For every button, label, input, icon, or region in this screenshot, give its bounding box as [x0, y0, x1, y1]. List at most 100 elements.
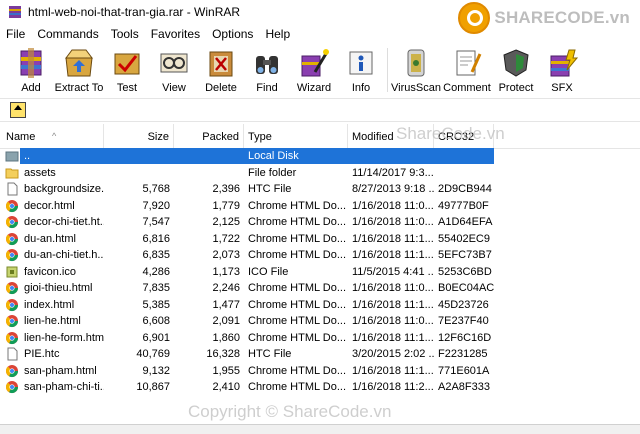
file-packed-cell: 16,328	[206, 348, 240, 360]
file-modified-cell: 11/14/2017 9:3...	[352, 166, 434, 179]
menu-options[interactable]: Options	[212, 27, 253, 41]
path-bar	[0, 98, 640, 122]
add-icon	[20, 48, 42, 78]
file-type-cell: Chrome HTML Do...	[248, 249, 347, 261]
comment-button[interactable]: Comment	[441, 44, 493, 96]
menu-favorites[interactable]: Favorites	[151, 27, 200, 41]
file-crc-cell: B0EC04AC	[438, 282, 494, 294]
file-crc-cell: 771E601A	[438, 364, 490, 377]
info-button[interactable]: Info	[338, 44, 384, 96]
file-size-cell: 40,769	[136, 348, 170, 360]
protect-button[interactable]: Protect	[493, 44, 539, 96]
file-row[interactable]: du-an.html 6,816 1,722 Chrome HTML Do... 1/1…	[0, 231, 640, 247]
file-row[interactable]: index.html 5,385 1,477 Chrome HTML Do... 1/1…	[0, 297, 640, 313]
chrome-icon	[5, 281, 19, 295]
up-folder-button[interactable]	[10, 102, 26, 118]
file-name-cell: backgroundsize....	[24, 183, 104, 195]
file-row[interactable]: lien-he.html 6,608 2,091 Chrome HTML Do... 1…	[0, 313, 640, 329]
menu-file[interactable]: File	[6, 27, 25, 41]
add-button[interactable]: Add	[8, 44, 54, 96]
file-list: Name ^ Size Packed Type Modified CRC32 .…	[0, 122, 640, 422]
file-modified-cell: 1/16/2018 11:0...	[352, 315, 434, 327]
file-size-cell: 6,835	[142, 249, 170, 261]
file-type-cell: HTC File	[248, 183, 292, 195]
file-row[interactable]: san-pham.html 9,132 1,955 Chrome HTML Do...…	[0, 363, 640, 379]
file-packed-cell: 1,477	[212, 298, 240, 311]
file-row[interactable]: decor.html 7,920 1,779 Chrome HTML Do... 1/1…	[0, 198, 640, 214]
virusscan-label: VirusScan	[391, 82, 441, 94]
file-packed-cell: 2,091	[212, 315, 240, 327]
find-button[interactable]: Find	[244, 44, 290, 96]
file-modified-cell: 1/16/2018 11:0...	[352, 282, 434, 294]
file-modified-cell: 8/27/2013 9:18 ...	[352, 183, 434, 195]
file-name-cell: favicon.ico	[24, 265, 76, 278]
file-crc-cell: 7E237F40	[438, 315, 489, 327]
view-button[interactable]: View	[150, 44, 198, 96]
file-type-cell: Chrome HTML Do...	[248, 216, 347, 228]
menu-help[interactable]: Help	[265, 27, 290, 41]
file-name-cell: gioi-thieu.html	[24, 282, 93, 294]
file-packed-cell: 1,779	[212, 199, 240, 212]
find-label: Find	[256, 82, 278, 94]
virusscan-icon	[407, 49, 425, 77]
file-size-cell: 5,768	[142, 183, 170, 195]
file-type-cell: Chrome HTML Do...	[248, 199, 347, 212]
chrome-icon	[5, 298, 19, 312]
file-row[interactable]: lien-he-form.html 6,901 1,860 Chrome HTML D…	[0, 330, 640, 346]
protect-label: Protect	[498, 82, 534, 94]
file-packed-cell: 2,396	[212, 183, 240, 195]
file-type-cell: Chrome HTML Do...	[248, 232, 347, 245]
file-row[interactable]: gioi-thieu.html 7,835 2,246 Chrome HTML Do.…	[0, 280, 640, 296]
file-modified-cell: 1/16/2018 11:2...	[352, 381, 434, 393]
file-packed-cell: 2,073	[212, 249, 240, 261]
watermark-mid: ShareCode.vn	[396, 124, 505, 143]
column-size[interactable]: Size	[104, 124, 174, 148]
file-modified-cell: 1/16/2018 11:1...	[352, 364, 434, 377]
file-row[interactable]: backgroundsize.... 5,768 2,396 HTC File 8/27…	[0, 181, 640, 197]
file-crc-cell: A1D64EFA	[438, 216, 493, 228]
file-size-cell: 4,286	[142, 265, 170, 278]
delete-button[interactable]: Delete	[198, 44, 244, 96]
file-crc-cell	[434, 165, 494, 181]
file-row[interactable]: assets File folder 11/14/2017 9:3...	[0, 165, 640, 181]
file-type-cell: Chrome HTML Do...	[248, 298, 347, 311]
file-name-cell: PIE.htc	[24, 348, 60, 360]
column-packed-label: Packed	[202, 131, 239, 143]
menu-commands[interactable]: Commands	[37, 27, 98, 41]
sfx-icon	[550, 49, 579, 77]
column-name[interactable]: Name ^	[0, 124, 104, 148]
file-packed-cell: 1,860	[212, 331, 240, 344]
file-row[interactable]: decor-chi-tiet.ht... 7,547 2,125 Chrome HTM…	[0, 214, 640, 230]
file-row[interactable]: PIE.htc 40,769 16,328 HTC File 3/20/2015 2:0…	[0, 346, 640, 362]
file-crc-cell: 2D9CB944	[438, 183, 492, 195]
file-type-cell: ICO File	[248, 265, 289, 278]
file-row[interactable]: favicon.ico 4,286 1,173 ICO File 11/5/2015 4…	[0, 264, 640, 280]
file-type-cell: File folder	[248, 166, 297, 179]
column-packed[interactable]: Packed	[174, 124, 244, 148]
menu-tools[interactable]: Tools	[111, 27, 139, 41]
test-button[interactable]: Test	[104, 44, 150, 96]
file-packed-cell: 1,955	[212, 364, 240, 377]
column-type[interactable]: Type	[244, 124, 348, 148]
file-name-cell: san-pham-chi-ti...	[24, 381, 104, 393]
file-size-cell: 5,385	[142, 298, 170, 311]
wizard-button[interactable]: Wizard	[290, 44, 338, 96]
file-modified-cell: 3/20/2015 2:02 ...	[352, 348, 434, 360]
file-row[interactable]: du-an-chi-tiet.h... 6,835 2,073 Chrome HTML…	[0, 247, 640, 263]
info-icon	[349, 51, 373, 75]
extract-to-button[interactable]: Extract To	[54, 44, 104, 96]
comment-label: Comment	[443, 82, 491, 94]
file-row[interactable]: san-pham-chi-ti... 10,867 2,410 Chrome HTML…	[0, 379, 640, 395]
file-crc-cell: F2231285	[438, 348, 488, 360]
file-packed-cell: 2,246	[212, 282, 240, 294]
add-label: Add	[21, 82, 41, 94]
file-crc-cell: 5EFC73B7	[438, 249, 492, 261]
view-label: View	[162, 82, 186, 94]
column-header-row: Name ^ Size Packed Type Modified CRC32	[0, 124, 640, 149]
file-row[interactable]: .. Local Disk	[0, 148, 640, 164]
file-packed-cell	[174, 165, 244, 181]
sfx-button[interactable]: SFX	[539, 44, 585, 96]
sfx-label: SFX	[551, 82, 573, 94]
file-modified-cell: 1/16/2018 11:1...	[352, 298, 434, 311]
virusscan-button[interactable]: VirusScan	[391, 44, 441, 96]
